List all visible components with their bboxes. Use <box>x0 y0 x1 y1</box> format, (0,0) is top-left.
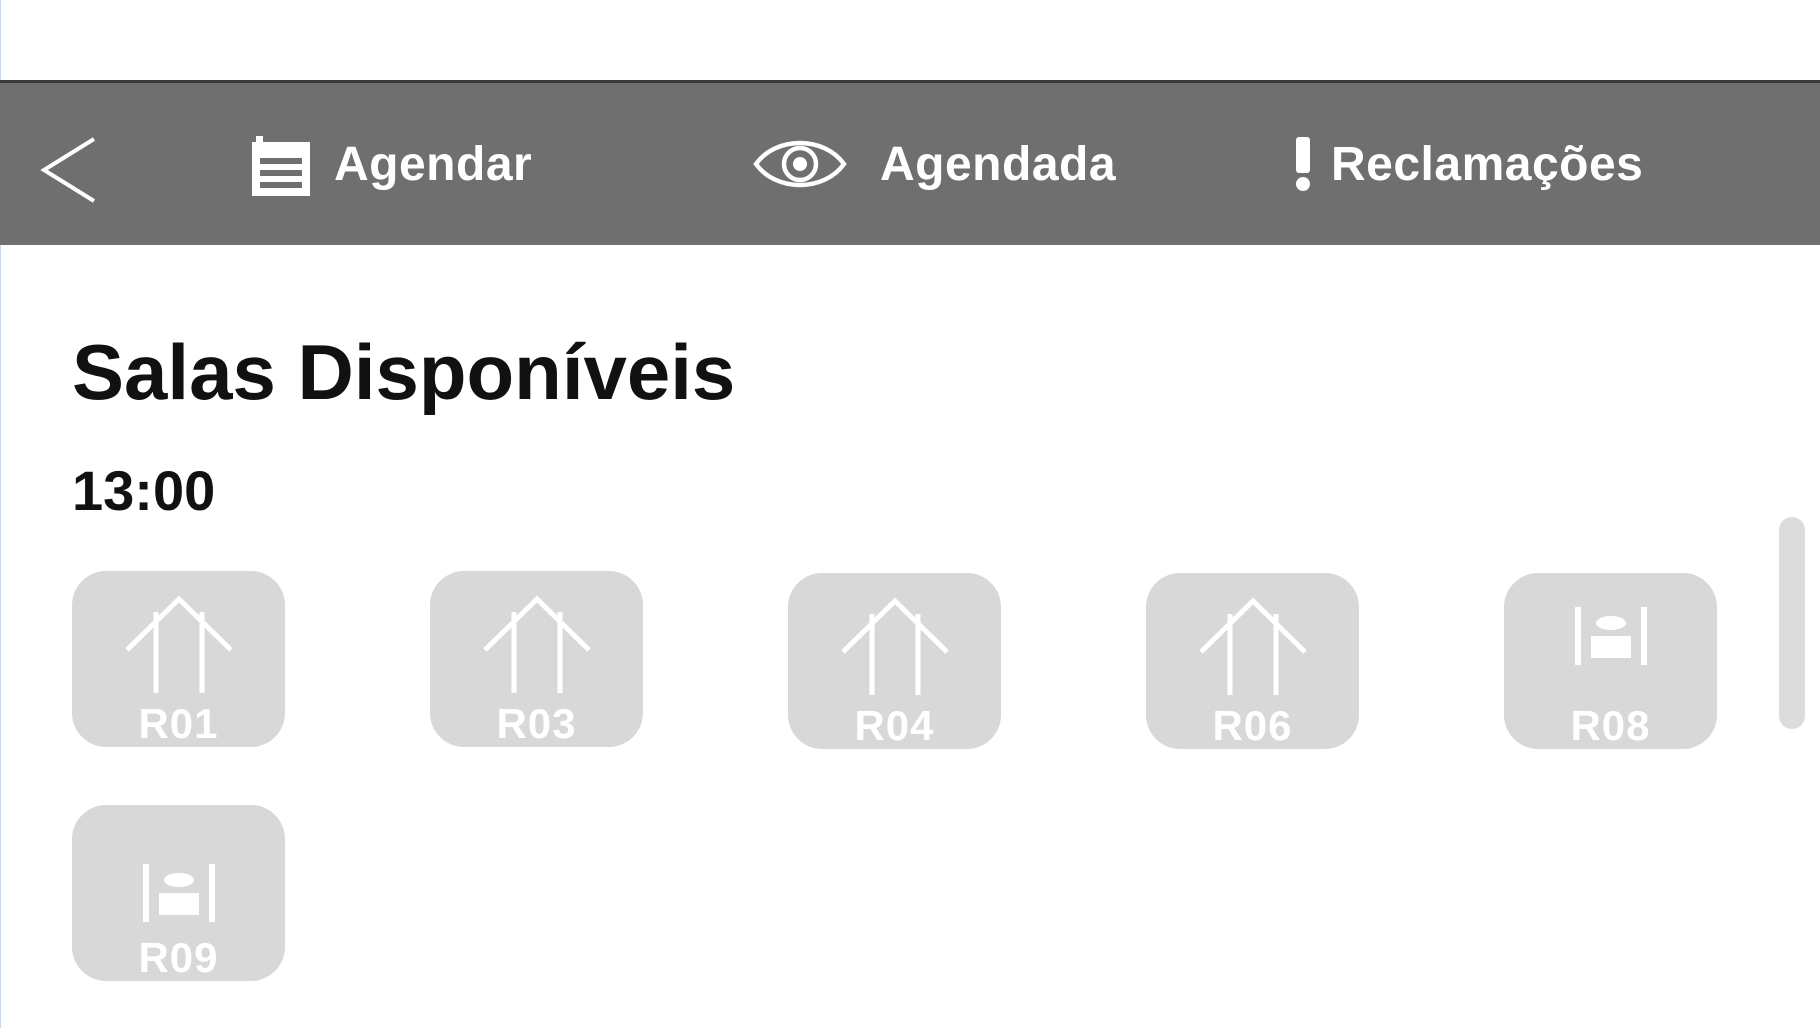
eye-icon <box>753 140 847 188</box>
time-slot-label: 13:00 <box>72 459 216 522</box>
room-tile-r09[interactable]: R09 <box>72 805 285 981</box>
room-label: R01 <box>138 700 219 747</box>
exclamation-icon <box>1296 137 1310 191</box>
nav-agendada[interactable]: Agendada <box>752 83 1116 245</box>
room-label: R06 <box>1212 702 1293 749</box>
room-label: R09 <box>138 934 219 981</box>
up-arrows-icon <box>482 595 591 693</box>
main-content: Salas Disponíveis 13:00 R01 R03 R04 R06 … <box>0 245 1820 1028</box>
nav-agendar[interactable]: Agendar <box>250 83 532 245</box>
up-arrows-icon <box>840 597 949 695</box>
room-label: R03 <box>496 700 577 747</box>
room-tile-r01[interactable]: R01 <box>72 571 285 747</box>
room-tile-r03[interactable]: R03 <box>430 571 643 747</box>
page-title: Salas Disponíveis <box>72 328 736 416</box>
nav-agendar-label: Agendar <box>334 137 533 191</box>
room-label: R04 <box>854 702 935 749</box>
nav-agendada-label: Agendada <box>880 137 1117 191</box>
nav-reclamacoes[interactable]: Reclamações <box>1293 83 1643 245</box>
room-label: R08 <box>1570 702 1651 749</box>
table-icon <box>142 864 215 922</box>
room-tile-r08[interactable]: R08 <box>1504 573 1717 749</box>
room-tile-r04[interactable]: R04 <box>788 573 1001 749</box>
chevron-left-icon <box>40 137 96 203</box>
vertical-scrollbar[interactable] <box>1779 517 1805 729</box>
app-screen: Agendar Agendada Reclamações Salas Dispo… <box>0 0 1820 1028</box>
nav-reclamacoes-label: Reclamações <box>1331 137 1644 191</box>
room-tile-r06[interactable]: R06 <box>1146 573 1359 749</box>
top-navbar: Agendar Agendada Reclamações <box>0 80 1820 245</box>
back-button[interactable] <box>38 135 100 205</box>
calendar-icon <box>252 136 310 196</box>
up-arrows-icon <box>1198 597 1307 695</box>
table-icon <box>1574 607 1647 665</box>
up-arrows-icon <box>124 595 233 693</box>
